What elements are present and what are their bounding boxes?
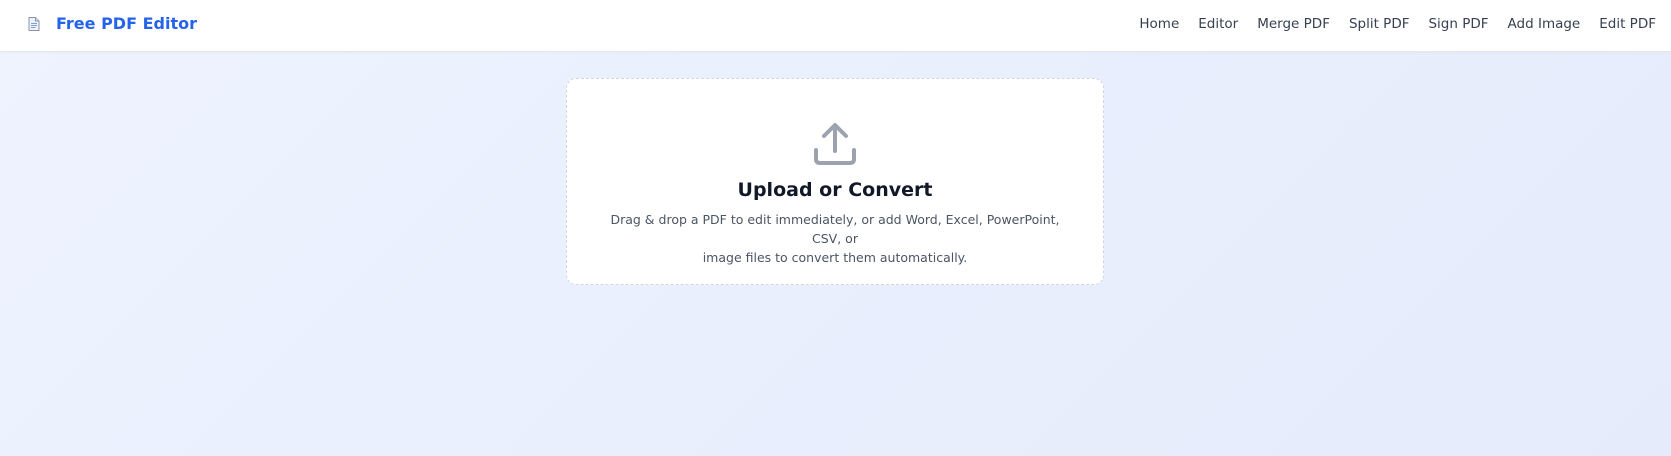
brand-title[interactable]: Free PDF Editor bbox=[56, 14, 197, 33]
nav-split-pdf-link[interactable]: Split PDF bbox=[1349, 16, 1410, 32]
nav-sign-pdf-link[interactable]: Sign PDF bbox=[1428, 16, 1488, 32]
upload-dropzone[interactable]: Upload or Convert Drag & drop a PDF to e… bbox=[566, 78, 1104, 285]
nav-add-image-link[interactable]: Add Image bbox=[1508, 16, 1581, 32]
top-navigation-bar: Free PDF Editor Home Editor Merge PDF Sp… bbox=[0, 0, 1671, 52]
brand[interactable]: Free PDF Editor bbox=[28, 0, 197, 47]
nav-editor-link[interactable]: Editor bbox=[1198, 16, 1238, 32]
upload-description-line: Drag & drop a PDF to edit immediately, o… bbox=[610, 212, 1060, 246]
upload-title: Upload or Convert bbox=[737, 179, 933, 201]
nav-edit-pdf-link[interactable]: Edit PDF bbox=[1599, 16, 1656, 32]
nav-merge-pdf-link[interactable]: Merge PDF bbox=[1257, 16, 1330, 32]
document-icon bbox=[28, 16, 40, 31]
upload-icon bbox=[812, 121, 858, 167]
nav-home-link[interactable]: Home bbox=[1139, 16, 1179, 32]
upload-description: Drag & drop a PDF to edit immediately, o… bbox=[607, 210, 1063, 267]
main-nav: Home Editor Merge PDF Split PDF Sign PDF… bbox=[1139, 0, 1656, 47]
upload-description-line: image files to convert them automaticall… bbox=[702, 250, 968, 265]
